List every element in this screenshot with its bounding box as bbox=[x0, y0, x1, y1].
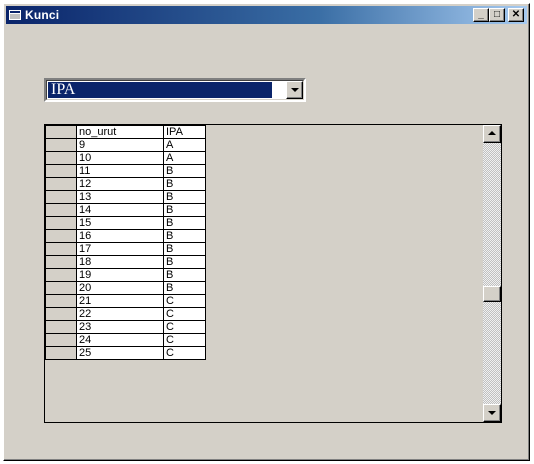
row-selector[interactable] bbox=[45, 190, 77, 204]
cell-no-urut[interactable]: 17 bbox=[76, 242, 164, 256]
grid-body: 9 A 10 A 11 B 12 B 13 B 14 B 15 B 16 B 17 B 18 B 19 B 20 B 21 C 22… bbox=[45, 138, 206, 360]
row-selector[interactable] bbox=[45, 242, 77, 256]
vertical-scrollbar[interactable] bbox=[483, 125, 501, 422]
cell-ipa[interactable]: B bbox=[163, 229, 206, 243]
cell-ipa[interactable]: C bbox=[163, 333, 206, 347]
cell-no-urut[interactable]: 25 bbox=[76, 346, 164, 360]
cell-ipa[interactable]: B bbox=[163, 216, 206, 230]
cell-no-urut[interactable]: 20 bbox=[76, 281, 164, 295]
row-selector[interactable] bbox=[45, 333, 77, 347]
row-selector[interactable] bbox=[45, 294, 77, 308]
table-row[interactable]: 9A bbox=[45, 138, 206, 152]
cell-no-urut[interactable]: 24 bbox=[76, 333, 164, 347]
cell-no-urut[interactable]: 13 bbox=[76, 190, 164, 204]
table-row[interactable]: 11 B bbox=[45, 164, 206, 178]
row-selector[interactable] bbox=[45, 281, 77, 295]
table-row[interactable]: 15 B bbox=[45, 216, 206, 230]
row-selector[interactable] bbox=[45, 255, 77, 269]
cell-ipa[interactable]: C bbox=[163, 294, 206, 308]
row-selector[interactable] bbox=[45, 320, 77, 334]
grid-table: no_urut IPA 9 A 10 A 11 B 12 B 13 B 14 B 15 B 16 B 17 B 18… bbox=[45, 125, 206, 360]
close-button[interactable]: ✕ bbox=[508, 8, 524, 22]
scroll-up-button[interactable] bbox=[483, 125, 501, 143]
cell-ipa[interactable]: B bbox=[163, 177, 206, 191]
cell-no-urut[interactable]: 15 bbox=[76, 216, 164, 230]
cell-no-urut[interactable]: 11 bbox=[76, 164, 164, 178]
cell-no-urut[interactable]: 18 bbox=[76, 255, 164, 269]
cell-ipa[interactable]: B bbox=[163, 281, 206, 295]
chevron-down-icon bbox=[291, 88, 299, 92]
app-icon bbox=[9, 10, 21, 20]
table-row[interactable]: 23 C bbox=[45, 320, 206, 334]
cell-ipa[interactable]: B bbox=[163, 164, 206, 178]
cell-ipa[interactable]: B bbox=[163, 268, 206, 282]
cell-no-urut[interactable]: 23 bbox=[76, 320, 164, 334]
cell-ipa[interactable]: A bbox=[163, 151, 206, 165]
title-bar[interactable]: Kunci _ □ ✕ bbox=[6, 6, 527, 24]
row-selector[interactable] bbox=[45, 229, 77, 243]
data-grid[interactable]: no_urut IPA 9 A 10 A 11 B 12 B 13 B 14 B 15 B 16 B 17 B 18… bbox=[44, 124, 502, 423]
combo-selected-value[interactable]: IPA bbox=[48, 82, 272, 98]
grid-header-row: no_urut IPA bbox=[45, 125, 206, 139]
column-header-no-urut[interactable]: no_urut bbox=[76, 125, 164, 139]
cell-ipa[interactable]: B bbox=[163, 255, 206, 269]
cell-no-urut[interactable]: 16 bbox=[76, 229, 164, 243]
row-selector[interactable] bbox=[45, 164, 77, 178]
table-row[interactable]: 16 B bbox=[45, 229, 206, 243]
scroll-down-button[interactable] bbox=[483, 404, 501, 422]
grid-corner-cell[interactable] bbox=[45, 125, 77, 139]
row-selector[interactable] bbox=[45, 307, 77, 321]
row-selector[interactable] bbox=[45, 138, 77, 152]
cell-ipa[interactable]: B bbox=[163, 242, 206, 256]
cell-no-urut[interactable]: 14 bbox=[76, 203, 164, 217]
table-row[interactable]: 25 C bbox=[45, 346, 206, 360]
cell-no-urut[interactable]: 10 bbox=[76, 151, 164, 165]
table-row[interactable]: 13 B bbox=[45, 190, 206, 204]
row-selector[interactable] bbox=[45, 203, 77, 217]
row-selector[interactable] bbox=[45, 151, 77, 165]
cell-no-urut[interactable]: 19 bbox=[76, 268, 164, 282]
table-row[interactable]: 21 C bbox=[45, 294, 206, 308]
minimize-button[interactable]: _ bbox=[473, 8, 489, 22]
cell-ipa[interactable]: A bbox=[163, 138, 206, 152]
table-row[interactable]: 22 C bbox=[45, 307, 206, 321]
cell-no-urut[interactable]: 22 bbox=[76, 307, 164, 321]
table-row[interactable]: 10 A bbox=[45, 151, 206, 165]
cell-no-urut[interactable]: 9 bbox=[76, 138, 164, 152]
row-selector[interactable] bbox=[45, 216, 77, 230]
table-row[interactable]: 19 B bbox=[45, 268, 206, 282]
cell-ipa[interactable]: C bbox=[163, 320, 206, 334]
scroll-thumb[interactable] bbox=[483, 286, 501, 302]
cell-no-urut[interactable]: 21 bbox=[76, 294, 164, 308]
table-row[interactable]: 17 B bbox=[45, 242, 206, 256]
table-row[interactable]: 24 C bbox=[45, 333, 206, 347]
table-row[interactable]: 12 B bbox=[45, 177, 206, 191]
column-header-ipa[interactable]: IPA bbox=[163, 125, 206, 139]
row-selector[interactable] bbox=[45, 177, 77, 191]
cell-no-urut[interactable]: 12 bbox=[76, 177, 164, 191]
combo-dropdown-button[interactable] bbox=[286, 81, 303, 99]
cell-ipa[interactable]: C bbox=[163, 307, 206, 321]
table-row[interactable]: 14 B bbox=[45, 203, 206, 217]
maximize-button[interactable]: □ bbox=[489, 8, 505, 22]
table-row[interactable]: 18 B bbox=[45, 255, 206, 269]
row-selector[interactable] bbox=[45, 268, 77, 282]
cell-ipa[interactable]: B bbox=[163, 203, 206, 217]
arrow-up-icon bbox=[488, 131, 496, 135]
cell-ipa[interactable]: C bbox=[163, 346, 206, 360]
row-selector[interactable] bbox=[45, 346, 77, 360]
table-row[interactable]: 20 B bbox=[45, 281, 206, 295]
window-title: Kunci bbox=[25, 8, 60, 22]
cell-ipa[interactable]: B bbox=[163, 190, 206, 204]
subject-combobox[interactable]: IPA bbox=[44, 78, 306, 102]
arrow-down-icon bbox=[488, 411, 496, 415]
